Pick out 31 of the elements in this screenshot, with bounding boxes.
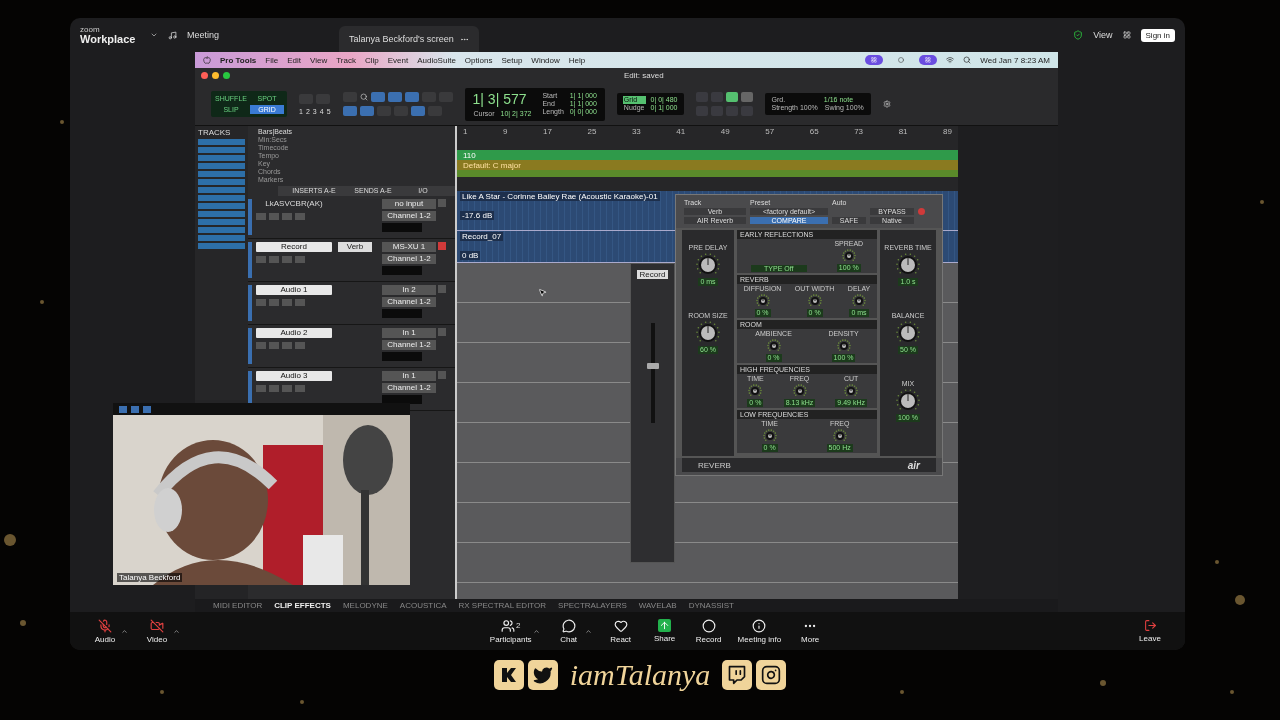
bar-number: 33 [631,126,641,136]
bar-number: 65 [809,126,819,136]
bar-number: 41 [676,126,686,136]
participant-count: 2 [516,621,521,630]
bar-number: 81 [898,126,908,136]
bar-number: 49 [720,126,730,136]
clip-gain: -17.6 dB [460,211,495,220]
bar-number: 73 [854,126,864,136]
window-title: Edit: saved [624,71,664,80]
main-counter: 1| 3| 577 [472,90,528,107]
output-track-name: Record [636,270,669,279]
brand-title: Workplace [80,33,137,45]
clip-name: Like A Star - Corinne Bailey Rae (Acoustic Karaoke)-01 [460,192,660,201]
tracks-title: TRACKS [198,128,232,137]
clip-gain: 0 dB [460,251,481,260]
brand-label: zoom [80,25,101,34]
bar-number: 9 [503,126,508,136]
bar-number: 1 [463,126,468,136]
bar-number: 25 [587,126,597,136]
tempo-marker: 110 [463,150,476,160]
key-marker: Default: C major [463,160,521,170]
bar-number: 57 [765,126,775,136]
bar-number: 89 [943,126,952,136]
bar-number: 17 [543,126,552,136]
plugin-name: REVERB [698,460,731,470]
clip-name: Record_07 [460,232,504,241]
participant-name: Talanya Beckford [117,573,183,582]
meeting-label: Meeting [187,30,220,40]
social-handle: iamTalanya [569,658,711,692]
brand-logo: air [907,459,920,471]
clock: Wed Jan 7 8:23 AM [980,55,1050,65]
